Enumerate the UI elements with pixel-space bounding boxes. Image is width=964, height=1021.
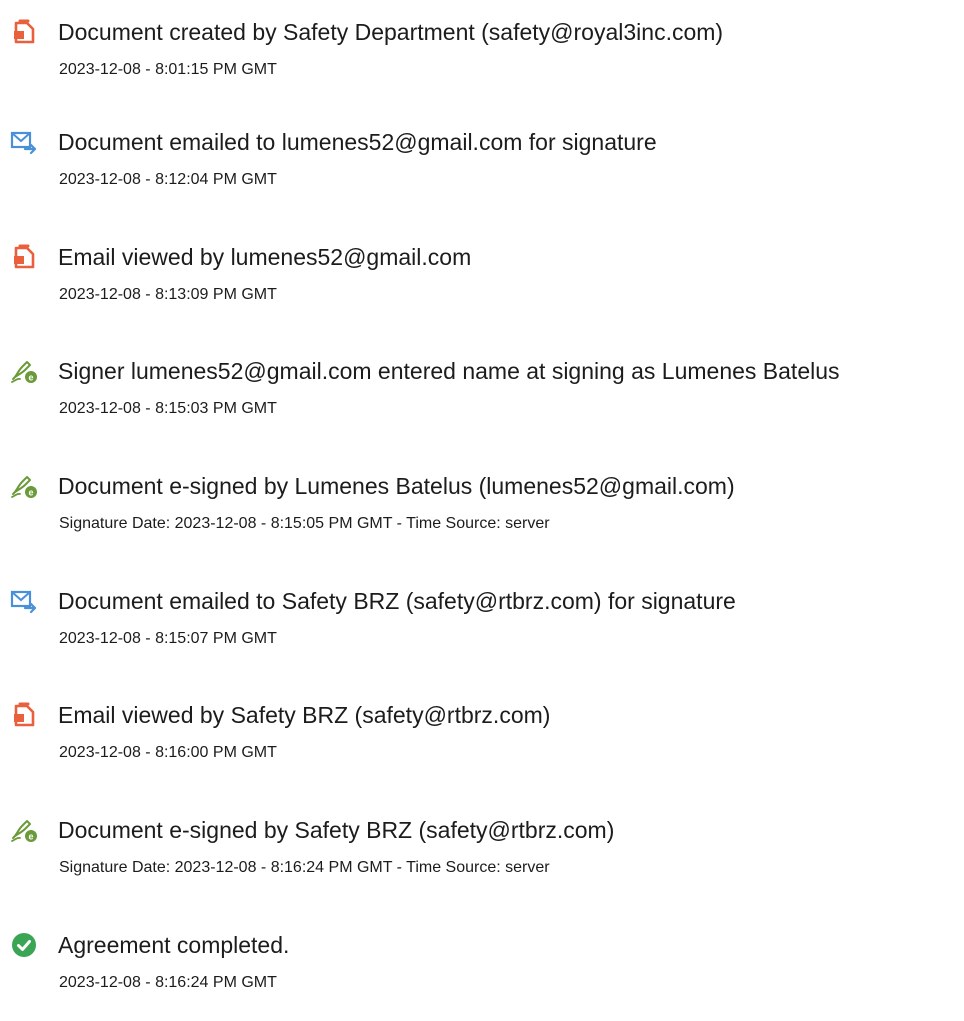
- event-title: Agreement completed.: [58, 932, 290, 958]
- e-sign-icon: e: [10, 472, 38, 500]
- event-timestamp: Signature Date: 2023-12-08 - 8:15:05 PM …: [59, 515, 550, 532]
- audit-event: e Signer lumenes52@gmail.com entered nam…: [0, 357, 964, 447]
- email-send-icon: [10, 587, 38, 615]
- event-timestamp: 2023-12-08 - 8:15:07 PM GMT: [59, 630, 277, 647]
- audit-event: Document emailed to Safety BRZ (safety@r…: [0, 587, 964, 677]
- event-timestamp: 2023-12-08 - 8:16:24 PM GMT: [59, 974, 277, 991]
- event-title: Document e-signed by Lumenes Batelus (lu…: [58, 473, 735, 499]
- event-title: Document e-signed by Safety BRZ (safety@…: [58, 817, 615, 843]
- event-timestamp: Signature Date: 2023-12-08 - 8:16:24 PM …: [59, 859, 550, 876]
- event-timestamp: 2023-12-08 - 8:15:03 PM GMT: [59, 400, 277, 417]
- e-sign-icon: e: [10, 357, 38, 385]
- checkmark-circle-icon: [10, 931, 38, 959]
- event-timestamp: 2023-12-08 - 8:13:09 PM GMT: [59, 286, 277, 303]
- event-timestamp: 2023-12-08 - 8:16:00 PM GMT: [59, 744, 277, 761]
- audit-event: e Document e-signed by Safety BRZ (safet…: [0, 816, 964, 906]
- event-title: Email viewed by lumenes52@gmail.com: [58, 244, 472, 270]
- event-title: Document emailed to Safety BRZ (safety@r…: [58, 588, 736, 614]
- audit-event: Agreement completed. 2023-12-08 - 8:16:2…: [0, 931, 964, 1021]
- audit-event: Email viewed by lumenes52@gmail.com 2023…: [0, 243, 964, 333]
- audit-event: e Document e-signed by Lumenes Batelus (…: [0, 472, 964, 562]
- event-timestamp: 2023-12-08 - 8:01:15 PM GMT: [59, 61, 277, 78]
- svg-text:e: e: [28, 488, 33, 498]
- event-title: Email viewed by Safety BRZ (safety@rtbrz…: [58, 702, 551, 728]
- event-title: Document created by Safety Department (s…: [58, 19, 724, 45]
- document-icon: [10, 18, 38, 46]
- document-icon: [10, 701, 38, 729]
- event-title: Signer lumenes52@gmail.com entered name …: [58, 358, 840, 384]
- email-send-icon: [10, 128, 38, 156]
- audit-event: Document created by Safety Department (s…: [0, 18, 964, 108]
- document-icon: [10, 243, 38, 271]
- event-timestamp: 2023-12-08 - 8:12:04 PM GMT: [59, 171, 277, 188]
- audit-event: Email viewed by Safety BRZ (safety@rtbrz…: [0, 701, 964, 791]
- svg-text:e: e: [28, 373, 33, 383]
- e-sign-icon: e: [10, 816, 38, 844]
- audit-event: Document emailed to lumenes52@gmail.com …: [0, 128, 964, 218]
- svg-text:e: e: [28, 832, 33, 842]
- event-title: Document emailed to lumenes52@gmail.com …: [58, 129, 657, 155]
